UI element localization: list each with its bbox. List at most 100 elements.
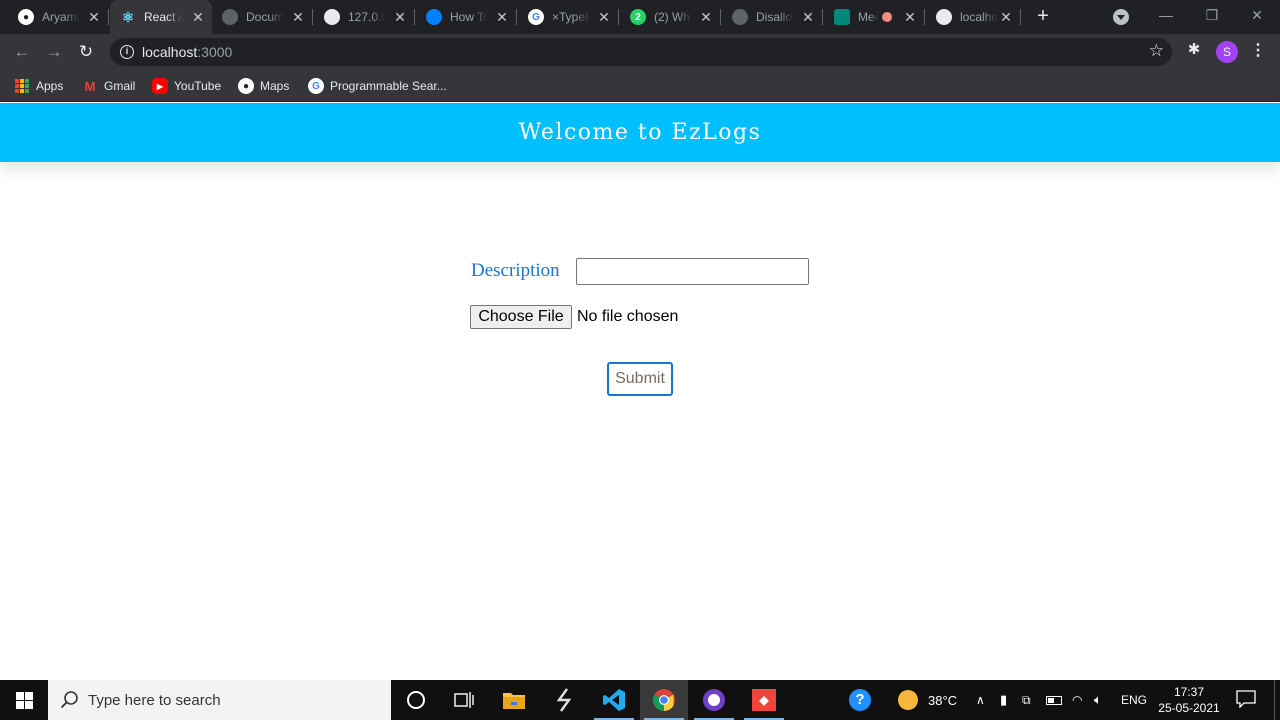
close-tab-icon[interactable]: ✕ <box>698 9 714 25</box>
tab-label: localhost <box>960 10 998 24</box>
submit-button[interactable]: Submit <box>607 362 673 396</box>
tab-label: ×TypeError <box>552 10 590 24</box>
anydesk-icon[interactable]: ◆ <box>740 680 788 720</box>
url-text[interactable]: localhost:3000 <box>142 44 232 60</box>
close-tab-icon[interactable]: ✕ <box>290 9 306 25</box>
tab-typeerror[interactable]: G ×TypeError ✕ <box>518 0 619 34</box>
tab-whatsapp[interactable]: 2 (2) WhatsApp ✕ <box>620 0 721 34</box>
close-tab-icon[interactable]: ✕ <box>494 9 510 25</box>
globe-icon <box>222 9 238 25</box>
vscode-icon[interactable] <box>590 680 638 720</box>
description-input[interactable] <box>576 258 809 285</box>
browser-tab-strip: ● Aryaman ✕ ⚛ React App ✕ Document ✕ 127… <box>0 0 1280 34</box>
search-icon <box>60 691 78 709</box>
bookmarks-bar: Apps M Gmail ▶ YouTube ● Maps G Programm… <box>0 70 1280 102</box>
bookmark-youtube[interactable]: ▶ YouTube <box>152 76 221 96</box>
recording-icon <box>882 12 892 22</box>
usb-icon[interactable]: ▮ <box>1000 680 1007 720</box>
clock-date: 25-05-2021 <box>1158 701 1220 715</box>
tab-react-app[interactable]: ⚛ React App ✕ <box>110 0 212 34</box>
react-icon: ⚛ <box>121 8 135 25</box>
bookmark-maps[interactable]: ● Maps <box>238 76 289 96</box>
close-tab-icon[interactable]: ✕ <box>392 9 408 25</box>
meet-icon <box>834 9 850 25</box>
show-desktop-button[interactable] <box>1274 680 1280 720</box>
show-hidden-icons-icon[interactable]: ∧ <box>976 680 985 720</box>
description-label: Description <box>471 260 560 281</box>
globe-icon <box>732 9 748 25</box>
chrome-icon[interactable] <box>640 680 688 720</box>
clock-time: 17:37 <box>1173 685 1205 699</box>
language-indicator[interactable]: ENG <box>1121 680 1147 720</box>
tab-label: React App <box>144 10 182 24</box>
apps-grid-icon <box>14 78 30 94</box>
windows-taskbar: Type here to search ◆ ? 38°C ∧ ▮ ⧉ ◠ 🔈︎ … <box>0 680 1280 720</box>
volume-icon[interactable]: 🔈︎ <box>1094 680 1102 720</box>
close-tab-icon[interactable]: ✕ <box>902 9 918 25</box>
globe-icon <box>936 9 952 25</box>
file-status-text: No file chosen <box>577 308 679 325</box>
file-explorer-icon[interactable] <box>490 680 538 720</box>
restore-icon[interactable]: ❐ <box>1189 0 1235 32</box>
tab-disallow[interactable]: Disallow ✕ <box>722 0 823 34</box>
sun-icon <box>898 690 918 710</box>
close-tab-icon[interactable]: ✕ <box>596 9 612 25</box>
github-icon: ● <box>18 9 34 25</box>
whatsapp-icon: 2 <box>630 9 646 25</box>
chrome-menu-icon[interactable]: ⋮ <box>1250 40 1266 64</box>
bookmark-apps[interactable]: Apps <box>14 76 63 96</box>
page-title: Welcome to EzLogs <box>518 120 762 145</box>
tab-127[interactable]: 127.0.0.1 ✕ <box>314 0 415 34</box>
close-tab-icon[interactable]: ✕ <box>190 9 206 25</box>
unknown-app-icon[interactable] <box>540 680 588 720</box>
minimize-icon[interactable]: — <box>1143 0 1189 32</box>
tab-label: How To <box>450 10 488 24</box>
tab-localhost[interactable]: localhost ✕ <box>926 0 1021 34</box>
close-window-icon[interactable]: ✕ <box>1234 0 1280 32</box>
reload-icon[interactable]: ↻ <box>74 40 98 64</box>
google-icon: G <box>528 9 544 25</box>
info-icon[interactable]: i <box>120 45 134 59</box>
bookmark-gmail[interactable]: M Gmail <box>82 76 136 96</box>
tab-label: Disallow <box>756 10 794 24</box>
forward-arrow-icon[interactable]: → <box>42 40 66 64</box>
close-tab-icon[interactable]: ✕ <box>998 9 1014 25</box>
task-view-icon[interactable] <box>440 680 488 720</box>
taskbar-search-box[interactable]: Type here to search <box>48 680 391 720</box>
wifi-icon[interactable]: ◠ <box>1072 680 1082 720</box>
meet-now-icon[interactable]: ⧉ <box>1022 680 1031 720</box>
globe-icon <box>324 9 340 25</box>
github-desktop-icon[interactable] <box>690 680 738 720</box>
digitalocean-icon <box>426 9 442 25</box>
address-bar[interactable]: i localhost:3000 ☆ <box>110 38 1172 66</box>
tab-label: Document <box>246 10 284 24</box>
new-tab-button[interactable]: + <box>1031 5 1055 29</box>
battery-icon[interactable] <box>1046 680 1062 720</box>
tab-label: (2) WhatsApp <box>654 10 692 24</box>
youtube-icon: ▶ <box>152 78 168 94</box>
system-clock[interactable]: 17:37 25-05-2021 <box>1150 684 1228 716</box>
google-icon: G <box>308 78 324 94</box>
help-icon[interactable]: ? <box>836 680 884 720</box>
close-tab-icon[interactable]: ✕ <box>800 9 816 25</box>
choose-file-button[interactable]: Choose File <box>470 305 572 329</box>
bookmark-programmable-search[interactable]: G Programmable Sear... <box>308 76 447 96</box>
tab-label: Aryaman <box>42 10 80 24</box>
tab-meet[interactable]: Meet ✕ <box>824 0 925 34</box>
tab-search-icon[interactable] <box>1113 9 1129 25</box>
tab-document[interactable]: Document ✕ <box>212 0 313 34</box>
back-arrow-icon[interactable]: ← <box>10 40 34 64</box>
bookmark-star-icon[interactable]: ☆ <box>1149 41 1164 61</box>
tab-label: 127.0.0.1 <box>348 10 386 24</box>
tab-how-to[interactable]: How To ✕ <box>416 0 517 34</box>
profile-avatar[interactable]: S <box>1216 41 1238 63</box>
start-button[interactable] <box>0 680 48 720</box>
browser-toolbar: ← → ↻ i localhost:3000 ☆ <box>0 34 1280 70</box>
weather-widget[interactable]: 38°C <box>898 680 957 720</box>
extensions-puzzle-icon[interactable]: ✱ <box>1184 40 1204 60</box>
search-placeholder: Type here to search <box>88 692 221 709</box>
tab-aryaman[interactable]: ● Aryaman ✕ <box>8 0 109 34</box>
close-tab-icon[interactable]: ✕ <box>86 9 102 25</box>
notifications-icon[interactable] <box>1236 690 1256 708</box>
cortana-icon[interactable] <box>392 680 440 720</box>
